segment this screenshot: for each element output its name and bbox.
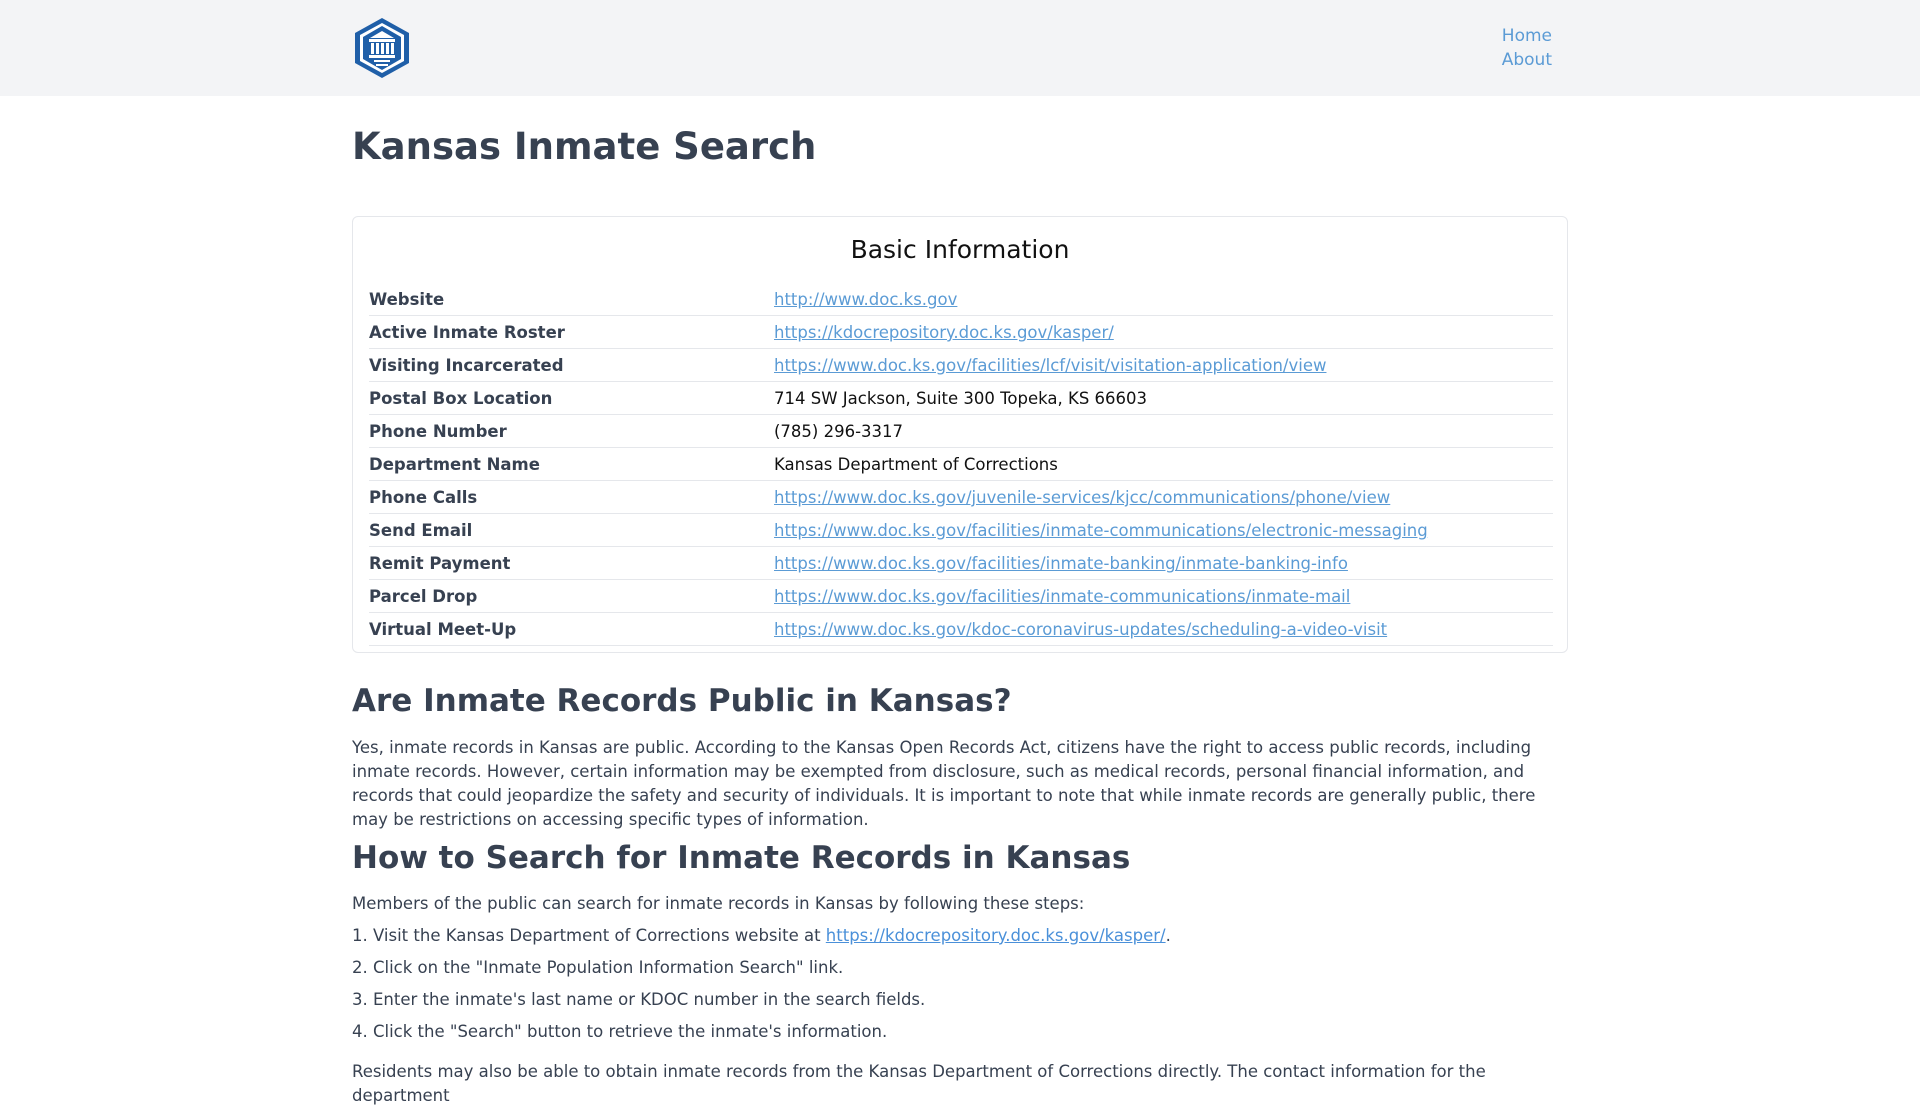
info-row: Parcel Drop https://www.doc.ks.gov/facili…: [369, 580, 1553, 613]
info-value: (785) 296-3317: [774, 415, 1553, 442]
search-step-1: 1. Visit the Kansas Department of Correc…: [352, 924, 1171, 948]
info-label: Postal Box Location: [369, 389, 553, 408]
site-logo[interactable]: [352, 16, 412, 80]
search-step-3: 3. Enter the inmate's last name or KDOC …: [352, 990, 926, 1009]
info-value-link[interactable]: https://www.doc.ks.gov/juvenile-services…: [774, 488, 1390, 507]
info-value: https://www.doc.ks.gov/juvenile-services…: [774, 481, 1553, 508]
info-value: https://kdocrepository.doc.ks.gov/kasper…: [774, 316, 1553, 343]
info-value: Kansas Department of Corrections: [774, 448, 1553, 475]
kasper-link[interactable]: https://kdocrepository.doc.ks.gov/kasper…: [826, 926, 1166, 945]
search-step-1-suffix: .: [1165, 926, 1171, 945]
basic-info-title: Basic Information: [850, 235, 1070, 264]
info-value-link[interactable]: http://www.doc.ks.gov: [774, 290, 957, 309]
info-value: https://www.doc.ks.gov/facilities/lcf/vi…: [774, 349, 1553, 376]
info-row: Virtual Meet-Up https://www.doc.ks.gov/kd…: [369, 613, 1553, 646]
info-label: Phone Calls: [369, 488, 478, 507]
info-value: 714 SW Jackson, Suite 300 Topeka, KS 666…: [774, 382, 1553, 409]
section-body-public: Yes, inmate records in Kansas are public…: [352, 738, 1536, 829]
info-value-text: Kansas Department of Corrections: [774, 455, 1058, 474]
logo-badge-icon: [355, 18, 409, 78]
page-title: Kansas Inmate Search: [352, 125, 817, 168]
info-value-link[interactable]: https://www.doc.ks.gov/facilities/inmate…: [774, 554, 1348, 573]
info-value: https://www.doc.ks.gov/facilities/inmate…: [774, 514, 1553, 541]
info-value-link[interactable]: https://www.doc.ks.gov/kdoc-coronavirus-…: [774, 620, 1387, 639]
search-step-2: 2. Click on the "Inmate Population Infor…: [352, 958, 844, 977]
info-label: Remit Payment: [369, 554, 511, 573]
info-row: Phone Number (785) 296-3317: [369, 415, 1553, 448]
basic-info-card: Basic Information Website http://www.doc.…: [352, 216, 1568, 653]
info-label: Send Email: [369, 521, 473, 540]
info-label: Active Inmate Roster: [369, 323, 565, 342]
info-label: Website: [369, 290, 445, 309]
info-row: Website http://www.doc.ks.gov: [369, 283, 1553, 316]
section-heading-search: How to Search for Inmate Records in Kans…: [352, 840, 1131, 876]
info-value: https://www.doc.ks.gov/facilities/inmate…: [774, 547, 1553, 574]
basic-info-table: Website http://www.doc.ks.gov Active Inmat…: [369, 283, 1553, 646]
info-row: Department Name Kansas Department of Corr…: [369, 448, 1553, 481]
info-row: Postal Box Location 714 SW Jackson, Suite…: [369, 382, 1553, 415]
info-row: Phone Calls https://www.doc.ks.gov/juveni…: [369, 481, 1553, 514]
site-header: Home About: [0, 0, 1920, 96]
main-nav: Home About: [1502, 24, 1552, 72]
search-step-1-text: 1. Visit the Kansas Department of Correc…: [352, 926, 826, 945]
nav-home-link[interactable]: Home: [1502, 24, 1552, 48]
info-value-text: (785) 296-3317: [774, 422, 904, 441]
info-row: Send Email https://www.doc.ks.gov/facilit…: [369, 514, 1553, 547]
info-label: Virtual Meet-Up: [369, 620, 517, 639]
info-label: Department Name: [369, 455, 540, 474]
search-intro: Members of the public can search for inm…: [352, 894, 1085, 913]
info-value-link[interactable]: https://www.doc.ks.gov/facilities/lcf/vi…: [774, 356, 1326, 375]
info-value-link[interactable]: https://kdocrepository.doc.ks.gov/kasper…: [774, 323, 1114, 342]
info-row: Remit Payment https://www.doc.ks.gov/faci…: [369, 547, 1553, 580]
info-value: https://www.doc.ks.gov/kdoc-coronavirus-…: [774, 613, 1553, 640]
section-heading-public: Are Inmate Records Public in Kansas?: [352, 683, 1012, 719]
info-row: Active Inmate Roster https://kdocreposito…: [369, 316, 1553, 349]
info-value: http://www.doc.ks.gov: [774, 283, 1553, 310]
info-label: Parcel Drop: [369, 587, 478, 606]
info-label: Phone Number: [369, 422, 507, 441]
nav-about-link[interactable]: About: [1502, 48, 1552, 72]
info-row: Visiting Incarcerated https://www.doc.ks.…: [369, 349, 1553, 382]
info-value-link[interactable]: https://www.doc.ks.gov/facilities/inmate…: [774, 587, 1350, 606]
search-step-4: 4. Click the "Search" button to retrieve…: [352, 1022, 888, 1041]
info-value-link[interactable]: https://www.doc.ks.gov/facilities/inmate…: [774, 521, 1428, 540]
info-value-text: 714 SW Jackson, Suite 300 Topeka, KS 666…: [774, 389, 1148, 408]
info-label: Visiting Incarcerated: [369, 356, 564, 375]
info-value: https://www.doc.ks.gov/facilities/inmate…: [774, 580, 1553, 607]
search-outro: Residents may also be able to obtain inm…: [352, 1062, 1486, 1105]
